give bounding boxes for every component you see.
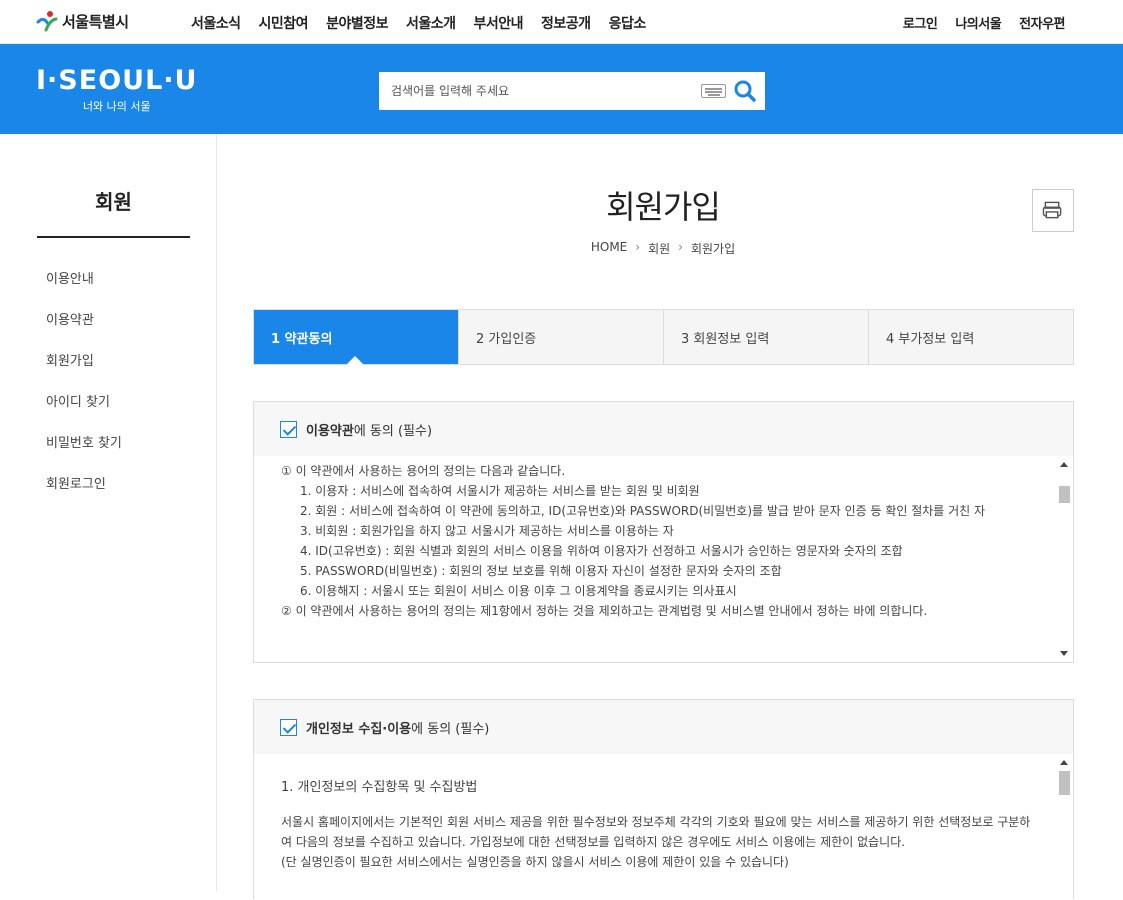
terms-agreement-section: 이용약관 에 동의 (필수) ① 이 약관에서 사용하는 용어의 정의는 다음과… xyxy=(253,401,1074,663)
terms-line: ② 이 약관에서 사용하는 용어의 정의는 제1항에서 정하는 것을 제외하고는… xyxy=(281,604,928,618)
sidebar-item-member-login[interactable]: 회원로그인 xyxy=(46,473,122,514)
nav-item-departments[interactable]: 부서안내 xyxy=(474,13,524,33)
step-verification: 2 가입인증 xyxy=(458,310,663,364)
sidebar-item-guide[interactable]: 이용안내 xyxy=(46,268,122,309)
chevron-right-icon: › xyxy=(678,240,683,254)
nav-item-info-disclosure[interactable]: 정보공개 xyxy=(541,13,591,33)
seoul-logo-icon xyxy=(36,11,58,32)
search-icon[interactable] xyxy=(733,79,757,103)
breadcrumb-signup: 회원가입 xyxy=(690,242,736,256)
utility-nav: 로그인 나의서울 전자우편 xyxy=(903,13,1066,32)
terms-line: 5. PASSWORD(비밀번호) : 회원의 정보 보호를 위해 이용자 자신… xyxy=(300,564,782,578)
privacy-agreement-header: 개인정보 수집·이용 에 동의 (필수) xyxy=(254,700,1073,754)
nav-item-participation[interactable]: 시민참여 xyxy=(259,13,309,33)
sidebar-menu: 이용안내 이용약관 회원가입 아이디 찾기 비밀번호 찾기 회원로그인 xyxy=(46,268,122,514)
terms-text: ① 이 약관에서 사용하는 용어의 정의는 다음과 같습니다. 1. 이용자 :… xyxy=(254,456,1073,621)
sidebar-item-find-id[interactable]: 아이디 찾기 xyxy=(46,391,122,432)
email-link[interactable]: 전자우편 xyxy=(1019,13,1065,32)
sidebar: 회원 이용안내 이용약관 회원가입 아이디 찾기 비밀번호 찾기 회원로그인 xyxy=(0,134,217,891)
sidebar-title: 회원 xyxy=(37,186,190,238)
privacy-agree-label-bold: 개인정보 수집·이용 xyxy=(306,721,412,737)
terms-line: 6. 이용해지 : 서울시 또는 회원이 서비스 이용 이후 그 이용계약을 종… xyxy=(300,584,737,598)
step-terms-agreement: 1 약관동의 xyxy=(254,310,458,365)
terms-agree-checkbox[interactable] xyxy=(280,420,297,438)
privacy-paragraph: 서울시 홈페이지에서는 기본적인 회원 서비스 제공을 위한 필수정보와 정보주… xyxy=(281,815,1031,849)
header-banner: I·SEOUL·U 너와 나의 서울 xyxy=(0,44,1123,134)
scroll-thumb[interactable] xyxy=(1059,771,1070,795)
nav-item-field-info[interactable]: 분야별정보 xyxy=(326,13,388,33)
step-member-info: 3 회원정보 입력 xyxy=(663,310,868,364)
login-link[interactable]: 로그인 xyxy=(903,13,938,32)
privacy-agree-label: 에 동의 (필수) xyxy=(411,721,490,737)
privacy-scrollbar[interactable] xyxy=(1056,754,1073,900)
privacy-content-box[interactable]: 1. 개인정보의 수집항목 및 수집방법 서울시 홈페이지에서는 기본적인 회원… xyxy=(254,754,1073,900)
nav-item-response-center[interactable]: 응답소 xyxy=(609,13,647,33)
top-navigation-bar: 서울특별시 서울소식 시민참여 분야별정보 서울소개 부서안내 정보공개 응답소… xyxy=(0,0,1123,44)
terms-scrollbar[interactable] xyxy=(1056,456,1073,662)
privacy-agreement-section: 개인정보 수집·이용 에 동의 (필수) 1. 개인정보의 수집항목 및 수집방… xyxy=(253,699,1074,900)
nav-item-about-seoul[interactable]: 서울소개 xyxy=(406,13,456,33)
privacy-agree-checkbox[interactable] xyxy=(280,718,297,736)
page-title: 회원가입 xyxy=(606,188,721,226)
brand-subtitle: 너와 나의 서울 xyxy=(82,100,151,113)
privacy-text: 1. 개인정보의 수집항목 및 수집방법 서울시 홈페이지에서는 기본적인 회원… xyxy=(254,754,1073,872)
virtual-keyboard-icon[interactable] xyxy=(701,84,726,98)
global-nav: 서울소식 시민참여 분야별정보 서울소개 부서안내 정보공개 응답소 xyxy=(191,13,646,33)
seoul-logo[interactable]: 서울특별시 xyxy=(36,10,129,32)
scroll-down-arrow-icon[interactable] xyxy=(1060,651,1068,656)
my-seoul-link[interactable]: 나의서울 xyxy=(955,13,1001,32)
terms-line: 4. ID(고유번호) : 회원 식별과 회원의 서비스 이용을 위하여 이용자… xyxy=(300,544,903,558)
breadcrumb-home[interactable]: HOME xyxy=(591,240,627,257)
brand-logo[interactable]: I·SEOUL·U 너와 나의 서울 xyxy=(36,66,197,114)
terms-line: 1. 이용자 : 서비스에 접속하여 서울시가 제공하는 서비스를 받는 회원 … xyxy=(300,484,700,498)
chevron-right-icon: › xyxy=(635,240,641,254)
terms-line: 3. 비회원 : 회원가입을 하지 않고 서울시가 제공하는 서비스를 이용하는… xyxy=(300,524,674,538)
sidebar-item-terms[interactable]: 이용약관 xyxy=(46,309,122,350)
terms-content-box[interactable]: ① 이 약관에서 사용하는 용어의 정의는 다음과 같습니다. 1. 이용자 :… xyxy=(254,456,1073,662)
terms-agree-label: 에 동의 (필수) xyxy=(353,423,433,439)
signup-steps: 1 약관동의 2 가입인증 3 회원정보 입력 4 부가정보 입력 xyxy=(253,309,1074,365)
sidebar-item-signup[interactable]: 회원가입 xyxy=(46,350,122,391)
brand-slogan: I·SEOUL·U xyxy=(36,65,198,96)
print-button[interactable] xyxy=(1032,189,1074,232)
printer-icon xyxy=(1042,201,1062,219)
breadcrumb: HOME › 회원 › 회원가입 xyxy=(563,240,763,257)
breadcrumb-member[interactable]: 회원 xyxy=(648,240,670,257)
step-additional-info: 4 부가정보 입력 xyxy=(868,310,1073,364)
privacy-heading: 1. 개인정보의 수집항목 및 수집방법 xyxy=(281,780,478,795)
terms-line: ① 이 약관에서 사용하는 용어의 정의는 다음과 같습니다. xyxy=(281,464,566,478)
nav-item-news[interactable]: 서울소식 xyxy=(191,13,241,33)
terms-line: 2. 회원 : 서비스에 접속하여 이 약관에 동의하고, ID(고유번호)와 … xyxy=(300,504,986,518)
search-box xyxy=(379,72,765,110)
terms-agree-label-bold: 이용약관 xyxy=(306,423,354,439)
scroll-thumb[interactable] xyxy=(1059,486,1070,503)
scroll-up-arrow-icon[interactable] xyxy=(1060,760,1068,765)
logo-text: 서울특별시 xyxy=(62,12,129,31)
sidebar-item-find-password[interactable]: 비밀번호 찾기 xyxy=(46,432,122,473)
privacy-note: (단 실명인증이 필요한 서비스에서는 실명인증을 하지 않을시 서비스 이용에… xyxy=(281,855,789,869)
scroll-up-arrow-icon[interactable] xyxy=(1060,462,1068,467)
terms-agreement-header: 이용약관 에 동의 (필수) xyxy=(254,402,1073,456)
search-input[interactable] xyxy=(379,72,689,110)
